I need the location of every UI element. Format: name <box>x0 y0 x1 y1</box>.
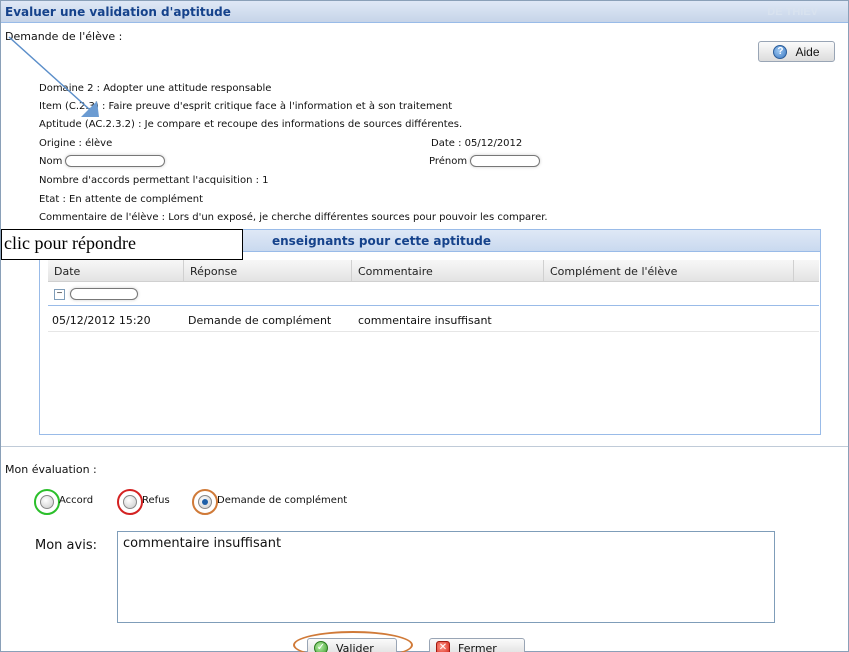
radio-refus-label[interactable]: Refus <box>142 495 170 506</box>
radio-accord-ring <box>34 489 60 515</box>
section-divider <box>1 446 848 447</box>
fermer-button-label: Fermer <box>458 641 497 652</box>
radio-refus-ring <box>117 489 143 515</box>
evaluation-heading: Mon évaluation : <box>5 463 97 476</box>
close-icon: ✕ <box>436 641 450 652</box>
avis-label: Mon avis: <box>35 538 97 553</box>
valider-button-label: Valider <box>336 641 374 652</box>
radio-refus[interactable] <box>123 495 137 509</box>
radio-complement-label[interactable]: Demande de complément <box>217 495 347 506</box>
avis-textarea[interactable]: commentaire insuffisant <box>117 531 775 623</box>
radio-accord[interactable] <box>40 495 54 509</box>
checkmark-icon: ✓ <box>314 641 328 652</box>
valider-button[interactable]: ✓ Valider <box>307 638 397 652</box>
fermer-button[interactable]: ✕ Fermer <box>429 638 525 652</box>
radio-complement[interactable] <box>198 495 212 509</box>
radio-accord-label[interactable]: Accord <box>59 495 93 506</box>
evaluation-dialog: Evaluer une validation d'aptitude DE THI… <box>0 0 849 652</box>
radio-complement-ring <box>192 489 218 515</box>
